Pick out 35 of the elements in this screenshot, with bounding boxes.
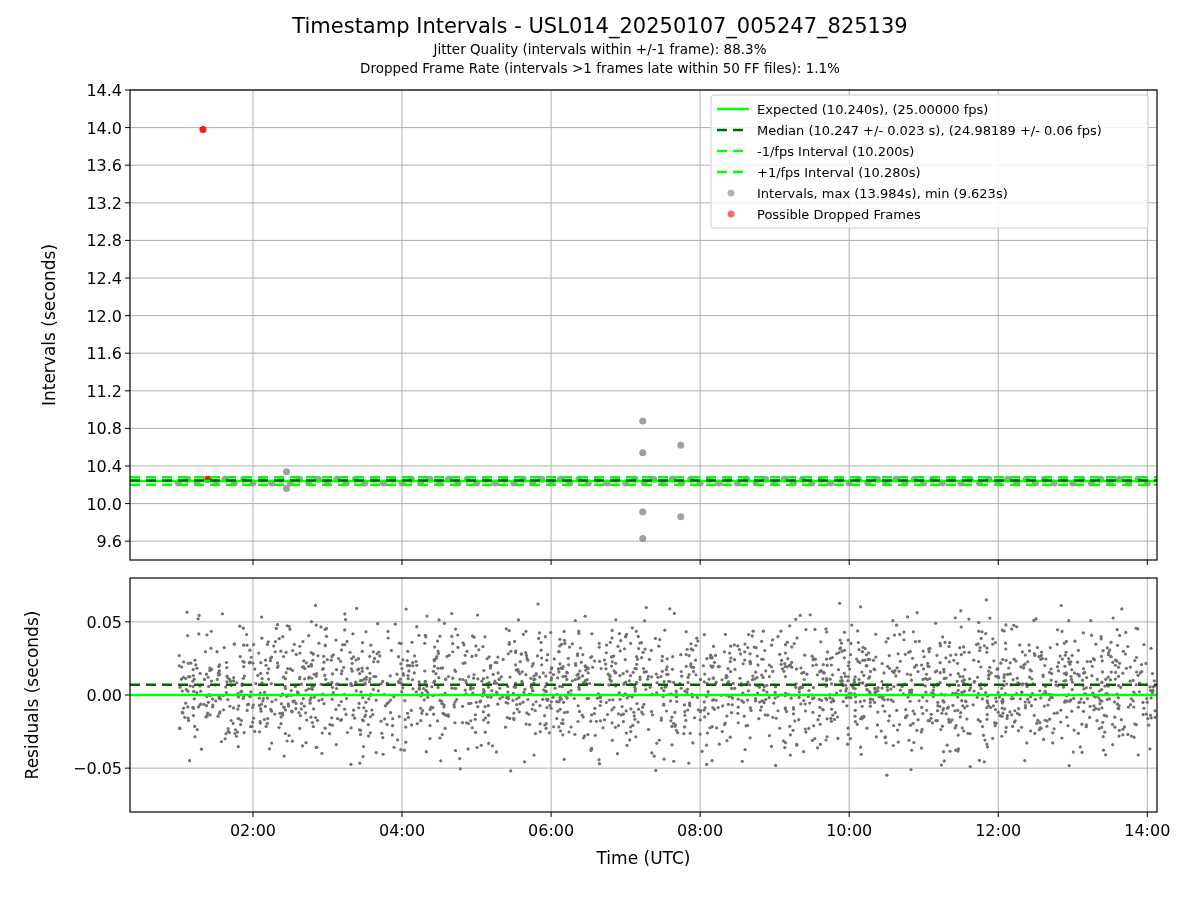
chart-title: Timestamp Intervals - USL014_20250107_005247_825139 (292, 13, 908, 40)
y-tick-label: 9.6 (96, 532, 122, 552)
y-tick-label: 11.2 (86, 381, 122, 401)
x-tick-label: 14:00 (1124, 821, 1171, 840)
legend-label: Possible Dropped Frames (757, 206, 921, 222)
x-tick-label: 10:00 (826, 821, 873, 840)
y-tick-label: 12.4 (86, 269, 122, 288)
y-axis-label: Residuals (seconds) (22, 610, 42, 780)
chart-subtitle: Dropped Frame Rate (intervals >1 frames late within 50 FF files): 1.1% (360, 59, 840, 78)
x-tick-label: 08:00 (677, 821, 724, 840)
x-tick-label: 06:00 (528, 821, 575, 840)
x-axis-label: Time (UTC) (596, 848, 691, 868)
legend-label: Median (10.247 +/- 0.023 s), (24.98189 +/- 0.06 fps) (757, 122, 1102, 138)
y-tick-label: 10.4 (86, 457, 122, 476)
chart-subtitle: Jitter Quality (intervals within +/-1 frame): 88.3% (433, 40, 767, 59)
y-tick-label: 12.8 (86, 231, 122, 251)
y-tick-label: 14.4 (86, 81, 122, 100)
y-axis-label: Intervals (seconds) (39, 243, 59, 407)
y-tick-label: 13.2 (86, 193, 122, 213)
y-tick-label: 11.6 (86, 344, 122, 364)
y-tick-label: −0.05 (72, 759, 122, 779)
y-tick-label: 14.0 (86, 118, 122, 138)
x-tick-label: 12:00 (975, 821, 1022, 840)
legend-label: +1/fps Interval (10.280s) (757, 164, 921, 180)
legend-label: -1/fps Interval (10.200s) (757, 143, 915, 159)
y-tick-label: 10.8 (86, 419, 122, 439)
y-tick-label: 10.0 (86, 494, 122, 514)
x-tick-label: 02:00 (229, 821, 277, 840)
x-tick-label: 04:00 (378, 821, 426, 840)
legend-label: Expected (10.240s), (25.00000 fps) (757, 101, 989, 117)
y-tick-label: 0.00 (86, 686, 122, 705)
y-tick-label: 13.6 (86, 156, 122, 176)
legend-label: Intervals, max (13.984s), min (9.623s) (757, 185, 1008, 201)
y-tick-label: 0.05 (86, 612, 122, 632)
y-tick-label: 12.0 (86, 306, 122, 326)
